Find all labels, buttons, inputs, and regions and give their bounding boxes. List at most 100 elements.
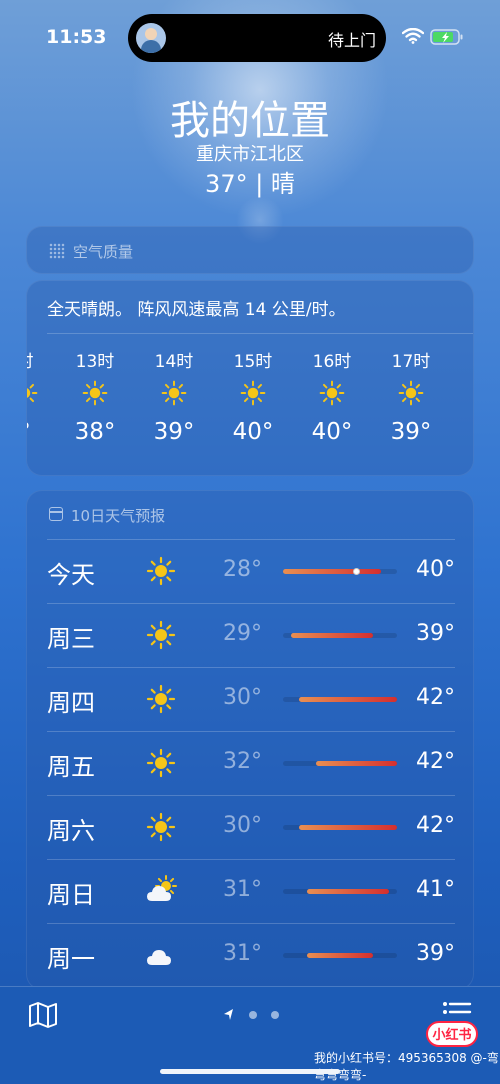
battery-icon	[430, 29, 463, 45]
hourly-item: 14时 39°	[139, 347, 209, 445]
sun-icon	[146, 748, 176, 778]
forecast-high: 39°	[416, 941, 455, 966]
forecast-day: 今天	[47, 561, 95, 589]
temp-range-track	[283, 953, 397, 958]
temp-range-track	[283, 697, 397, 702]
forecast-day: 周三	[47, 625, 95, 653]
forecast-high: 41°	[416, 877, 455, 902]
temp-range-bar	[307, 953, 373, 958]
sun-icon	[27, 383, 38, 403]
divider	[47, 333, 473, 334]
forecast-low: 30°	[223, 813, 262, 838]
forecast-high: 42°	[416, 685, 455, 710]
dynamic-island[interactable]: 待上门	[128, 14, 386, 62]
status-time: 11:53	[46, 26, 107, 48]
temp-range-bar	[299, 697, 397, 702]
hour-label: 13时	[75, 352, 115, 372]
temp-range-track	[283, 825, 397, 830]
location-arrow-icon	[224, 1009, 233, 1020]
temp-range-track	[283, 568, 397, 575]
divider	[47, 603, 455, 604]
map-icon[interactable]	[28, 1001, 58, 1029]
current-temp-dot	[352, 568, 360, 575]
forecast-day: 周六	[47, 817, 95, 845]
divider	[47, 859, 455, 860]
hour-temp: 3	[455, 419, 473, 445]
hour-temp: 40°	[311, 419, 353, 445]
hourly-item: 时°	[27, 347, 60, 445]
hourly-item: 16时 40°	[297, 347, 367, 445]
air-quality-icon	[49, 243, 65, 259]
live-activity-label: 待上门	[327, 31, 376, 50]
temp-range-bar	[307, 889, 389, 894]
forecast-row[interactable]: 周四 30° 42°	[27, 667, 475, 731]
temp-range-track	[283, 889, 397, 894]
forecast-low: 30°	[223, 685, 262, 710]
forecast-high: 39°	[416, 621, 455, 646]
xiaohongshu-badge: 小红书	[426, 1021, 478, 1047]
current-conditions: 37° | 晴	[205, 170, 295, 198]
air-quality-title: 空气质量	[73, 243, 134, 261]
forecast-row[interactable]: 周六 30° 42°	[27, 795, 475, 859]
hourly-item: 17时 39°	[376, 347, 446, 445]
forecast-day: 周一	[47, 945, 95, 973]
page-dot	[271, 1011, 279, 1019]
forecast-high: 42°	[416, 813, 455, 838]
sun-icon	[319, 380, 345, 406]
forecast-row[interactable]: 今天 28° 40°	[27, 539, 475, 603]
air-quality-card[interactable]: 空气质量	[26, 226, 474, 274]
page-dot	[249, 1011, 257, 1019]
temp-range-bar	[315, 761, 397, 766]
temp-range-bar	[291, 633, 373, 638]
forecast-low: 28°	[223, 557, 262, 582]
divider	[47, 795, 455, 796]
daily-forecast-card[interactable]: 10日天气预报 今天 28° 40° 周三 29° 39° 周四 30° 42° 周五 32° 42°…	[26, 490, 474, 990]
forecast-low: 31°	[223, 941, 262, 966]
hour-temp: 40°	[232, 419, 274, 445]
forecast-row[interactable]: 周一 31° 39°	[27, 923, 475, 987]
forecast-high: 40°	[416, 557, 455, 582]
hourly-item: 13时 38°	[60, 347, 130, 445]
forecast-row[interactable]: 周五 32° 42°	[27, 731, 475, 795]
hourly-item: 15时 40°	[218, 347, 288, 445]
hourly-summary: 全天晴朗。 阵风风速最高 14 公里/时。	[47, 300, 346, 320]
daily-forecast-title: 10日天气预报	[71, 507, 166, 525]
cloud-icon	[147, 950, 171, 965]
hour-label: 17时	[391, 352, 431, 372]
list-icon[interactable]	[442, 1001, 472, 1023]
sun-icon	[240, 380, 266, 406]
hour-label: 1	[455, 347, 473, 373]
temp-range-track	[283, 761, 397, 766]
forecast-high: 42°	[416, 749, 455, 774]
avatar	[136, 23, 166, 53]
sun-icon	[146, 684, 176, 714]
page-indicator[interactable]	[222, 1007, 282, 1023]
forecast-day: 周四	[47, 689, 95, 717]
forecast-day: 周日	[47, 881, 95, 909]
sun-icon	[146, 620, 176, 650]
location-title: 我的位置	[170, 98, 330, 144]
hour-temp: °	[27, 419, 60, 445]
sun-icon	[161, 380, 187, 406]
forecast-low: 29°	[223, 621, 262, 646]
bottom-toolbar: 小红书 我的小红书号：495365308 @-弯弯弯弯弯-	[0, 986, 500, 1084]
temp-range-bar	[299, 825, 397, 830]
divider	[47, 539, 455, 540]
sun-icon	[82, 380, 108, 406]
temp-range-bar	[283, 569, 381, 574]
wifi-icon	[402, 28, 424, 44]
forecast-low: 32°	[223, 749, 262, 774]
home-indicator[interactable]	[160, 1069, 340, 1074]
forecast-low: 31°	[223, 877, 262, 902]
watermark-text: 我的小红书号：495365308 @-弯弯弯弯弯-	[314, 1051, 499, 1082]
hour-label: 时	[27, 347, 60, 373]
sun-icon	[398, 380, 424, 406]
hour-temp: 39°	[153, 419, 195, 445]
divider	[47, 667, 455, 668]
hour-label: 15时	[233, 352, 273, 372]
divider	[47, 731, 455, 732]
hourly-forecast-card[interactable]: 全天晴朗。 阵风风速最高 14 公里/时。 时°13时38°14时39°15时4…	[26, 280, 474, 476]
forecast-row[interactable]: 周日 31° 41°	[27, 859, 475, 923]
forecast-row[interactable]: 周三 29° 39°	[27, 603, 475, 667]
hour-label: 14时	[154, 352, 194, 372]
